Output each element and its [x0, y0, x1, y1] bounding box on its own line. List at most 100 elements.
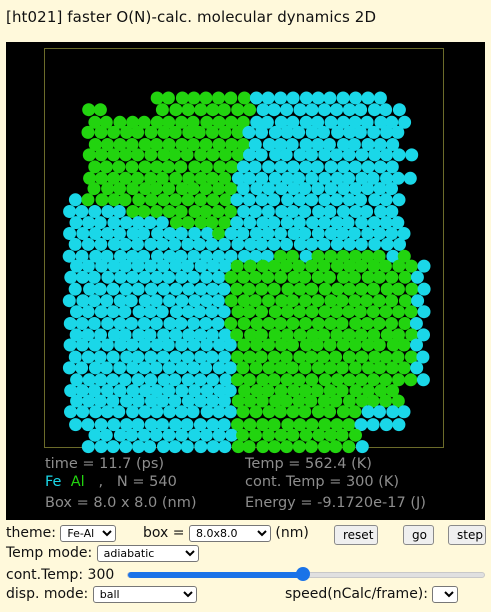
- particle-517: [255, 305, 268, 319]
- particle-468: [367, 282, 380, 296]
- particle-416: [76, 270, 90, 284]
- particle-703: [404, 373, 418, 387]
- particle-394: [169, 259, 183, 273]
- particle-83: [280, 125, 294, 139]
- disp-mode-select[interactable]: ball: [92, 586, 197, 603]
- particle-472: [417, 282, 431, 296]
- particle-253: [112, 205, 126, 218]
- particle-607: [286, 338, 299, 352]
- particle-256: [150, 205, 163, 218]
- cont-temp-slider[interactable]: [127, 567, 485, 581]
- particle-250: [75, 205, 89, 218]
- particle-661: [236, 361, 250, 375]
- particle-546: [250, 317, 264, 330]
- particle-7: [237, 91, 251, 105]
- particle-19: [82, 103, 96, 117]
- particle-558: [398, 317, 412, 330]
- particle-268: [298, 205, 312, 218]
- particle-123: [144, 148, 158, 162]
- particle-86: [317, 125, 330, 139]
- particle-90: [367, 125, 381, 139]
- particle-449: [131, 282, 145, 296]
- particle-698: [342, 373, 356, 387]
- particle-458: [242, 282, 256, 296]
- particle-813: [392, 418, 406, 432]
- particle-625: [156, 350, 170, 364]
- particle-77: [205, 125, 219, 139]
- particle-772: [224, 405, 237, 419]
- particle-640: [342, 350, 356, 364]
- legend-fe: Fe: [45, 474, 62, 490]
- temp-mode-select[interactable]: adiabatic: [96, 545, 199, 562]
- particle-856: [329, 440, 343, 454]
- particle-153: [188, 160, 202, 174]
- particle-406: [317, 259, 331, 273]
- step-button[interactable]: step: [448, 525, 486, 545]
- particle-489: [262, 294, 275, 308]
- particle-612: [348, 338, 362, 352]
- particle-777: [286, 405, 300, 419]
- particle-36: [342, 103, 356, 117]
- particle-448: [119, 282, 133, 296]
- particle-84: [292, 125, 306, 139]
- particle-496: [348, 294, 362, 308]
- particle-843: [168, 440, 182, 454]
- speed-select[interactable]: 1: [432, 586, 459, 603]
- particle-145: [88, 160, 102, 174]
- particle-759: [64, 405, 77, 419]
- particle-391: [131, 259, 145, 273]
- slider-thumb[interactable]: [296, 567, 311, 581]
- particle-832: [312, 428, 326, 442]
- particle-500: [398, 294, 412, 308]
- particle-68: [94, 125, 108, 139]
- particle-845: [194, 440, 208, 454]
- particle-556: [372, 317, 386, 330]
- particle-71: [131, 125, 145, 139]
- particle-156: [225, 160, 239, 174]
- particle-430: [249, 270, 262, 284]
- particle-67: [81, 125, 95, 139]
- particle-598: [175, 338, 189, 352]
- particle-767: [163, 405, 177, 419]
- particle-516: [242, 305, 256, 319]
- particle-34: [318, 103, 331, 117]
- particle-400: [243, 259, 257, 273]
- particle-344: [231, 237, 245, 251]
- particle-663: [262, 361, 276, 375]
- particle-128: [206, 148, 220, 162]
- particle-637: [304, 350, 318, 364]
- particle-218: [349, 182, 363, 196]
- particle-819: [149, 428, 163, 442]
- particle-143: [392, 148, 406, 162]
- particle-506: [118, 305, 132, 319]
- box-select[interactable]: 8.0x8.0: [188, 525, 271, 542]
- particle-660: [224, 361, 237, 375]
- particle-10: [274, 91, 288, 105]
- particle-252: [101, 205, 115, 218]
- particle-345: [243, 237, 257, 251]
- particle-616: [397, 338, 411, 352]
- particle-155: [213, 160, 227, 174]
- particle-511: [181, 305, 195, 319]
- disp-mode-label: disp. mode:: [6, 586, 89, 602]
- particle-397: [206, 259, 220, 273]
- particle-30: [267, 103, 281, 117]
- particle-450: [144, 282, 158, 296]
- particle-131: [243, 148, 256, 162]
- particle-169: [385, 160, 399, 174]
- particle-149: [138, 160, 152, 174]
- particle-224: [95, 193, 109, 207]
- particle-659: [212, 361, 226, 375]
- particle-18: [373, 91, 387, 105]
- particle-482: [175, 294, 189, 308]
- reset-button[interactable]: reset: [334, 525, 378, 545]
- particle-829: [274, 428, 288, 442]
- go-button[interactable]: go: [403, 525, 434, 545]
- particle-453: [182, 282, 196, 296]
- simulation-canvas[interactable]: time = 11.7 (ps) Fe Al , N = 540 Box = 8…: [6, 42, 485, 520]
- theme-select[interactable]: Fe-Al: [60, 525, 117, 542]
- particle-559: [409, 317, 423, 330]
- particle-547: [262, 317, 276, 330]
- particle-765: [138, 405, 152, 419]
- particle-127: [194, 148, 208, 162]
